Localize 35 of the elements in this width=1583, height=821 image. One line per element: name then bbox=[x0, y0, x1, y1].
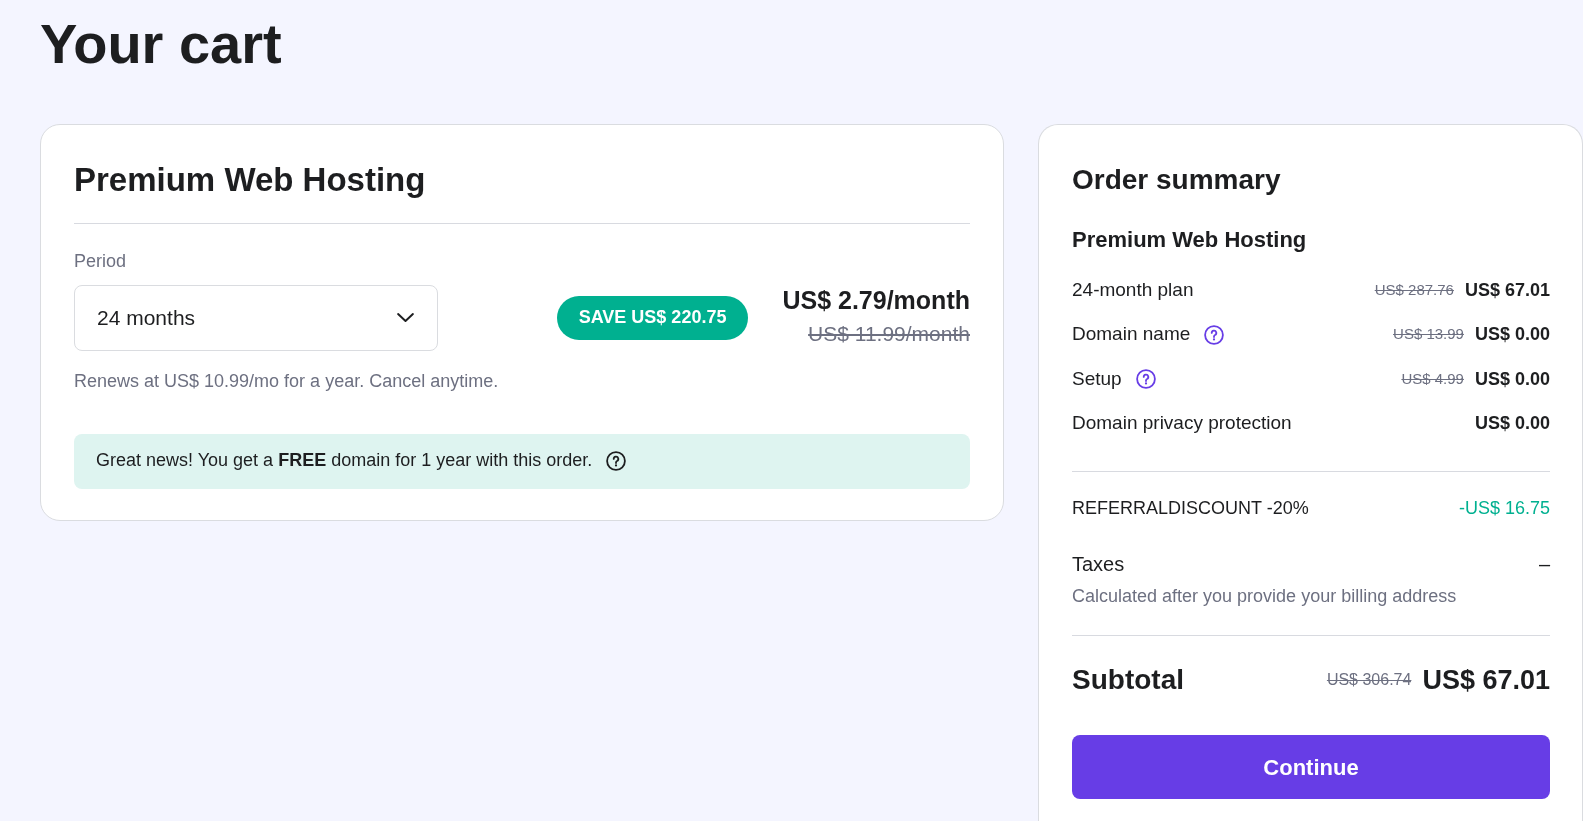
period-select[interactable]: 24 months bbox=[74, 284, 438, 351]
taxes-note: Calculated after you provide your billing address bbox=[1072, 585, 1457, 608]
discount-amount: -US$ 16.75 bbox=[1458, 498, 1550, 520]
subtotal-price: US$ 67.01 bbox=[1422, 663, 1550, 697]
period-label: Period bbox=[74, 250, 127, 273]
line-item-price: US$ 0.00 bbox=[1474, 323, 1550, 347]
original-monthly-price: US$ 11.99/month bbox=[808, 320, 970, 346]
original-price: US$ 4.99 bbox=[1401, 369, 1464, 389]
line-item-label: Setup bbox=[1072, 367, 1122, 391]
product-title: Premium Web Hosting bbox=[74, 160, 427, 200]
taxes-value: – bbox=[1538, 551, 1550, 576]
line-item-price: US$ 0.00 bbox=[1474, 412, 1550, 436]
original-subtotal: US$ 306.74 bbox=[1326, 669, 1412, 690]
subtotal-label: Subtotal bbox=[1072, 663, 1184, 697]
line-item-label: Domain name bbox=[1072, 323, 1191, 347]
line-item-price: US$ 0.00 bbox=[1474, 367, 1550, 391]
help-icon[interactable] bbox=[606, 451, 627, 472]
original-price: US$ 13.99 bbox=[1393, 324, 1464, 345]
discount-code: REFERRALDISCOUNT -20% bbox=[1072, 498, 1309, 520]
taxes-label: Taxes bbox=[1072, 551, 1125, 576]
notice-text: Great news! You get a FREE domain for 1 year with this order. bbox=[96, 450, 593, 472]
line-item-label: 24-month plan bbox=[1072, 278, 1194, 302]
help-icon[interactable] bbox=[1135, 369, 1156, 390]
original-price: US$ 287.76 bbox=[1374, 280, 1454, 300]
line-item-price: US$ 67.01 bbox=[1464, 278, 1550, 302]
help-icon[interactable] bbox=[1204, 324, 1225, 345]
continue-button[interactable]: Continue bbox=[1072, 735, 1550, 800]
summary-product-name: Premium Web Hosting bbox=[1072, 226, 1308, 253]
renewal-note: Renews at US$ 10.99/mo for a year. Cancel anytime. bbox=[74, 370, 499, 393]
line-item-label: Domain privacy protection bbox=[1072, 412, 1292, 436]
monthly-price: US$ 2.79/month bbox=[782, 284, 970, 315]
savings-badge: SAVE US$ 220.75 bbox=[556, 295, 749, 340]
page-title: Your cart bbox=[39, 11, 282, 77]
summary-title: Order summary bbox=[1072, 163, 1282, 197]
chevron-down-icon bbox=[397, 313, 414, 323]
